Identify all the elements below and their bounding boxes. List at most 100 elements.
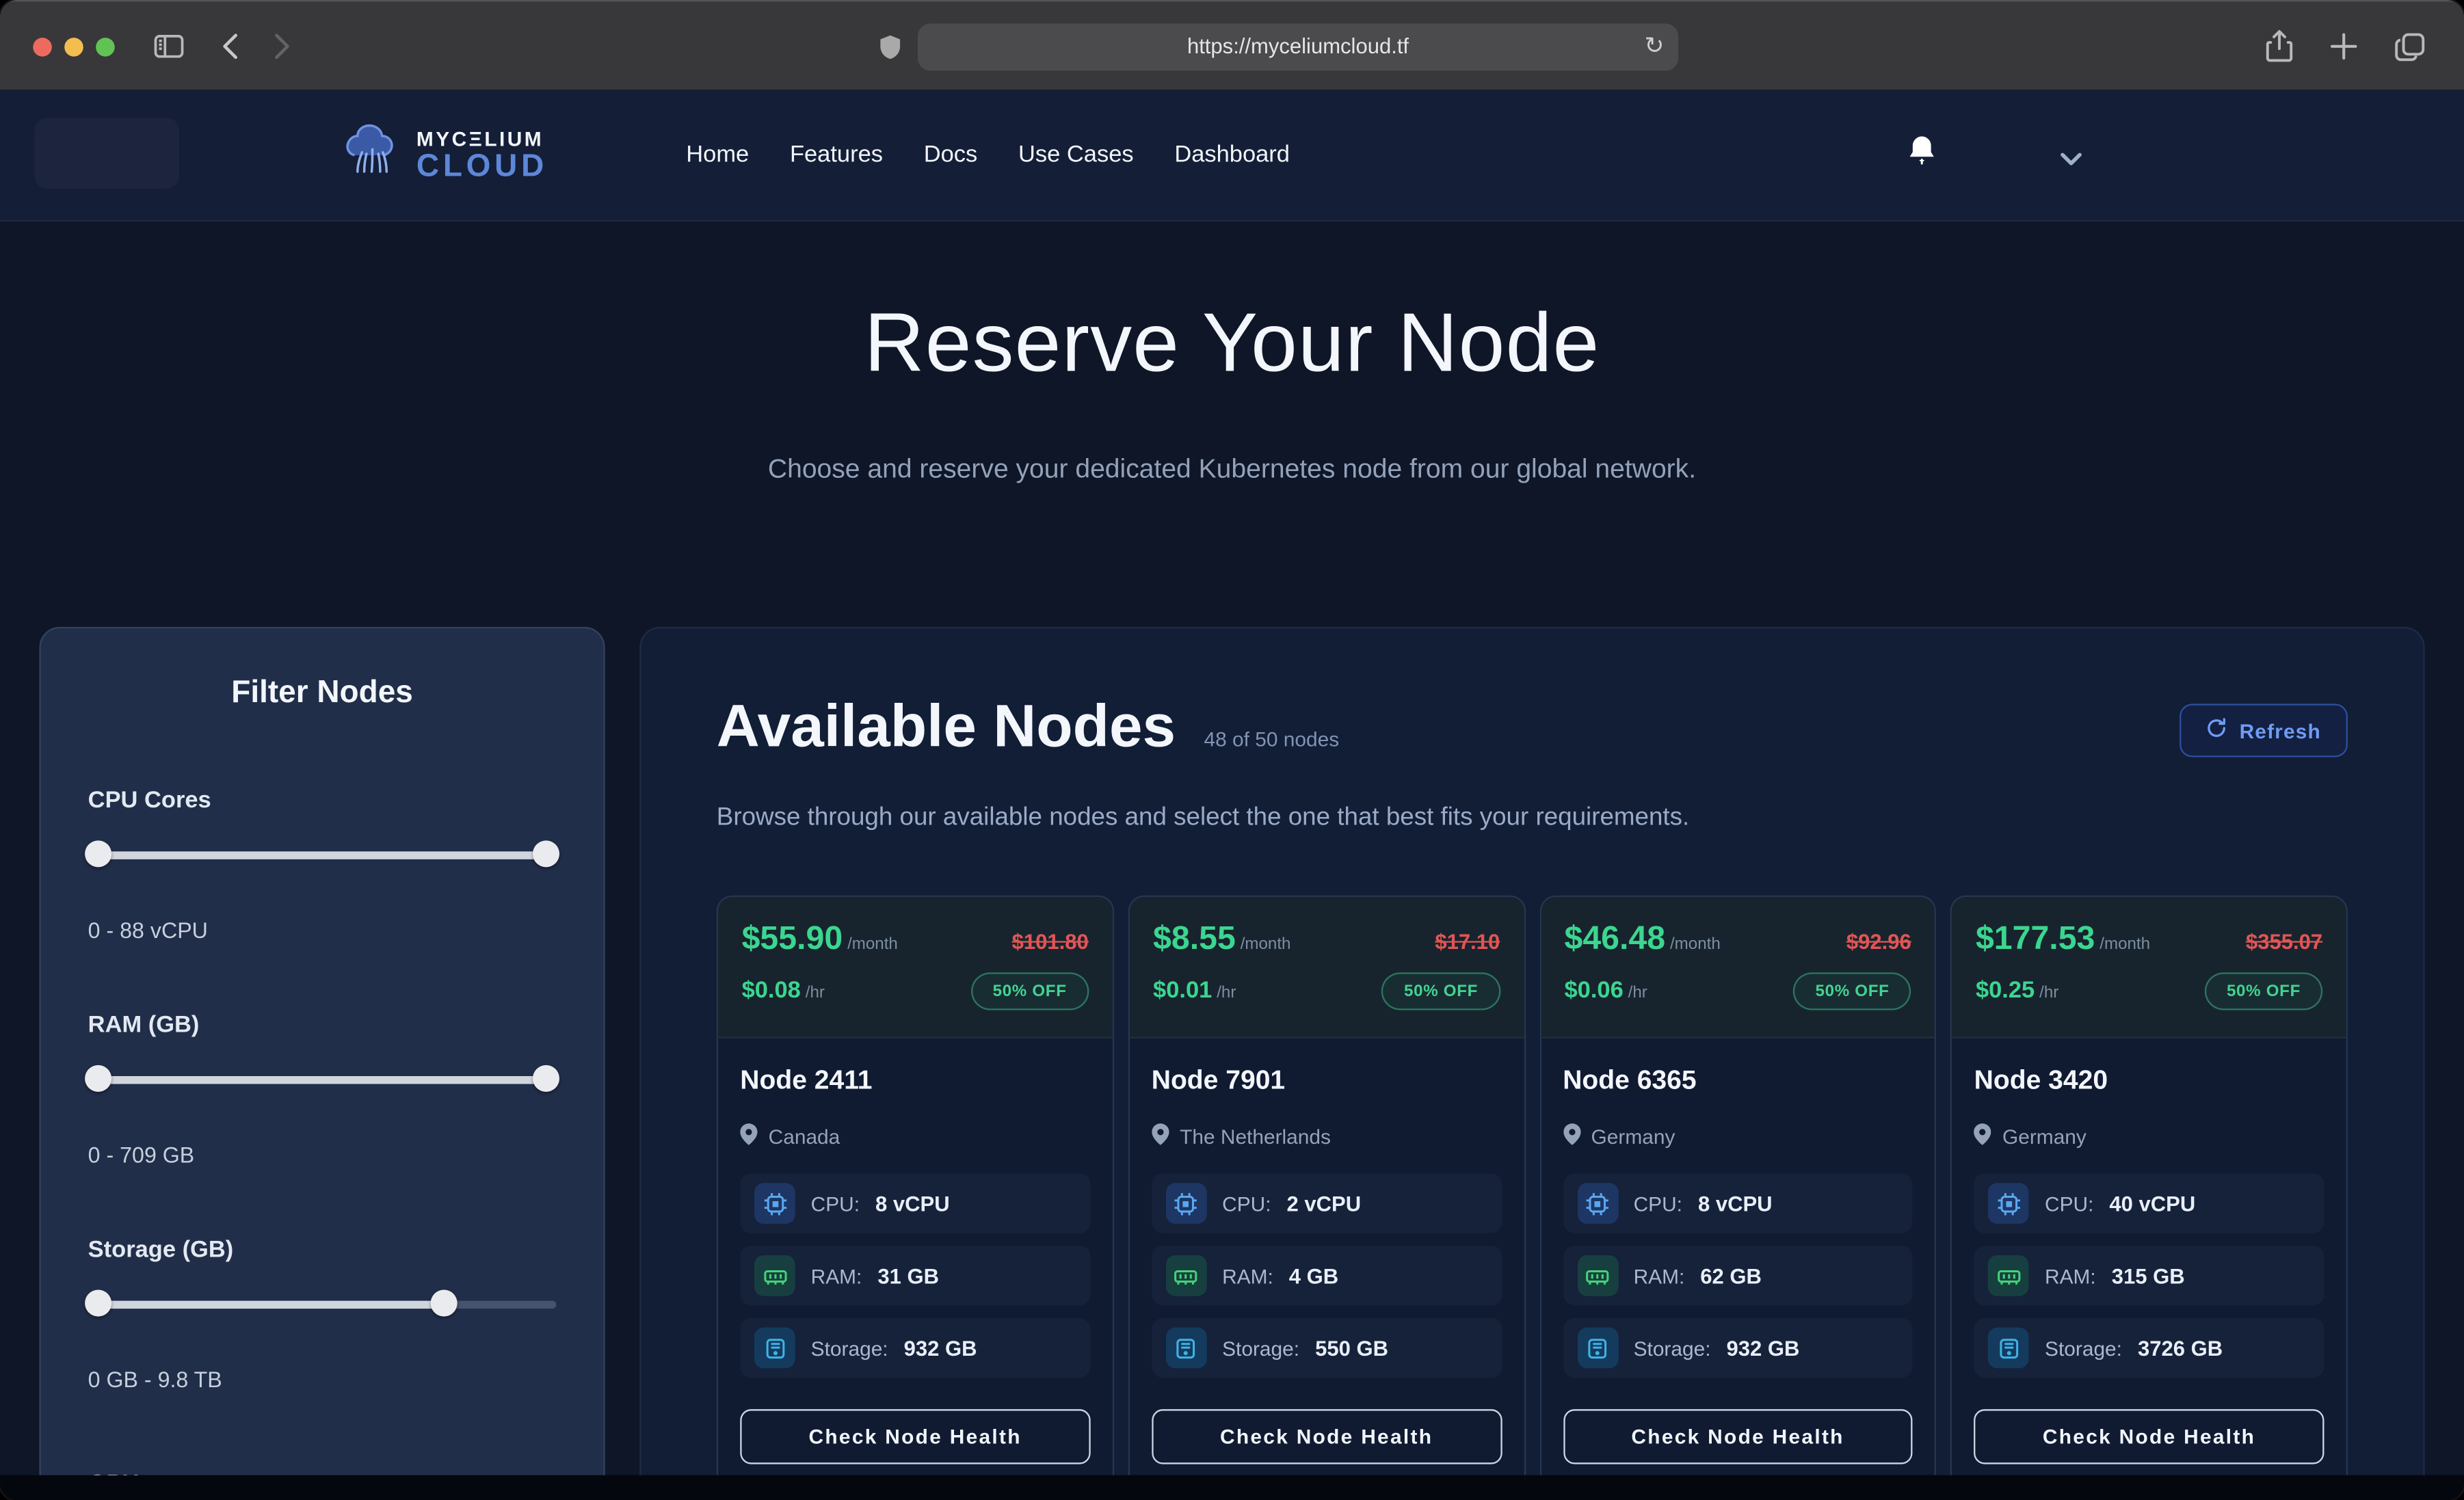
monthly-price: $177.53 [1976, 921, 2095, 957]
node-card-body: Node 7901 The Netherlands CPU: 2 [1130, 1039, 1524, 1378]
back-icon[interactable] [222, 33, 239, 59]
ram-icon [1165, 1255, 1206, 1296]
ram-value: 31 GB [877, 1264, 939, 1287]
node-name: Node 7901 [1152, 1065, 1502, 1097]
cpu-value: 40 vCPU [2109, 1192, 2195, 1215]
ram-spec-row: RAM: 31 GB [740, 1246, 1090, 1305]
minimize-window-button[interactable] [64, 37, 83, 56]
available-nodes-panel: Available Nodes 48 of 50 nodes Refresh B… [639, 627, 2424, 1500]
nav-link-home[interactable]: Home [686, 142, 749, 168]
node-card-body: Node 2411 Canada CPU: 8 vCPU [718, 1039, 1112, 1378]
monthly-unit: /month [2099, 935, 2150, 954]
check-node-health-button[interactable]: Check Node Health [1974, 1409, 2324, 1464]
filter-panel: Filter Nodes CPU Cores 0 - 88 vCPU RAM (… [39, 627, 605, 1500]
cpu-spec-row: CPU: 8 vCPU [740, 1173, 1090, 1233]
ram-slider[interactable] [88, 1065, 557, 1093]
ram-label: RAM: [1222, 1264, 1273, 1287]
ram-value: 4 GB [1289, 1264, 1338, 1287]
filter-group-cpu: CPU Cores 0 - 88 vCPU [88, 787, 557, 942]
shield-icon[interactable] [878, 32, 901, 60]
nav-link-features[interactable]: Features [790, 142, 883, 168]
hourly-unit: /hr [1628, 983, 1647, 1002]
nav-placeholder-box [35, 118, 179, 188]
check-node-health-button[interactable]: Check Node Health [1563, 1409, 1913, 1464]
close-window-button[interactable] [33, 37, 52, 56]
tab-overview-icon[interactable] [2395, 32, 2425, 60]
page-title: Reserve Your Node [0, 295, 2464, 391]
traffic-lights [33, 37, 114, 56]
refresh-icon [2206, 718, 2227, 743]
url-text: https://myceliumcloud.tf [1187, 35, 1409, 58]
storage-spec-row: Storage: 3726 GB [1974, 1318, 2324, 1378]
storage-label: Storage: [1222, 1336, 1299, 1359]
check-node-health-button[interactable]: Check Node Health [740, 1409, 1090, 1464]
zoom-window-button[interactable] [96, 37, 115, 56]
filter-group-ram: RAM (GB) 0 - 709 GB [88, 1012, 557, 1167]
storage-slider-max-handle[interactable] [430, 1290, 457, 1317]
ram-range-text: 0 - 709 GB [88, 1142, 557, 1168]
node-card: $8.55/month $17.10 $0.01/hr 50% OFF Node… [1128, 896, 1525, 1490]
price-header: $8.55/month $17.10 $0.01/hr 50% OFF [1130, 897, 1524, 1039]
node-card: $177.53/month $355.07 $0.25/hr 50% OFF N… [1950, 896, 2348, 1490]
filter-group-storage: Storage (GB) 0 GB - 9.8 TB [88, 1236, 557, 1391]
refresh-button[interactable]: Refresh [2180, 704, 2348, 757]
price-header: $177.53/month $355.07 $0.25/hr 50% OFF [1952, 897, 2346, 1039]
refresh-button-label: Refresh [2240, 719, 2321, 742]
cpu-icon [1165, 1183, 1206, 1224]
storage-label: Storage: [811, 1336, 888, 1359]
storage-slider[interactable] [88, 1290, 557, 1318]
cpu-slider-max-handle[interactable] [533, 840, 559, 867]
available-nodes-description: Browse through our available nodes and s… [717, 804, 2348, 832]
new-tab-icon[interactable] [2331, 33, 2357, 59]
storage-spec-row: Storage: 932 GB [740, 1318, 1090, 1378]
cpu-value: 2 vCPU [1286, 1192, 1361, 1215]
nav-links: Home Features Docs Use Cases Dashboard [686, 142, 1290, 168]
chevron-down-icon[interactable] [2060, 146, 2082, 174]
sidebar-toggle-icon[interactable] [154, 35, 184, 58]
node-card-body: Node 3420 Germany CPU: 40 vCPU [1952, 1039, 2346, 1378]
brand-logo[interactable]: MYCΞLIUM CLOUD [343, 122, 548, 187]
forward-icon[interactable] [274, 33, 291, 59]
storage-label: Storage (GB) [88, 1236, 557, 1263]
ram-value: 62 GB [1700, 1264, 1762, 1287]
check-node-health-button[interactable]: Check Node Health [1152, 1409, 1502, 1464]
cpu-slider-min-handle[interactable] [85, 840, 111, 867]
hero-section: Reserve Your Node Choose and reserve you… [0, 222, 2464, 485]
reload-icon[interactable]: ↻ [1644, 35, 1664, 58]
ram-slider-max-handle[interactable] [533, 1065, 559, 1092]
cpu-value: 8 vCPU [875, 1192, 950, 1215]
cpu-label: CPU: [1222, 1192, 1271, 1215]
storage-slider-min-handle[interactable] [85, 1290, 111, 1317]
web-page: MYCΞLIUM CLOUD Home Features Docs Use Ca… [0, 90, 2464, 1500]
storage-range-text: 0 GB - 9.8 TB [88, 1367, 557, 1392]
address-bar[interactable]: https://myceliumcloud.tf ↻ [918, 23, 1678, 70]
monthly-unit: /month [1241, 935, 1291, 954]
hourly-price: $0.25 [1976, 977, 2035, 1004]
ram-label: RAM: [811, 1264, 862, 1287]
nav-link-docs[interactable]: Docs [924, 142, 978, 168]
hourly-price: $0.01 [1153, 977, 1212, 1004]
original-price: $355.07 [2246, 930, 2322, 953]
cpu-cores-slider[interactable] [88, 840, 557, 868]
cpu-icon [1577, 1183, 1618, 1224]
storage-value: 550 GB [1315, 1336, 1388, 1359]
storage-value: 932 GB [1727, 1336, 1800, 1359]
cpu-icon [1988, 1183, 2029, 1224]
ram-slider-min-handle[interactable] [85, 1065, 111, 1092]
node-card: $46.48/month $92.96 $0.06/hr 50% OFF Nod… [1539, 896, 1937, 1490]
node-location: The Netherlands [1180, 1125, 1331, 1148]
hourly-unit: /hr [806, 983, 825, 1002]
cpu-value: 8 vCPU [1698, 1192, 1773, 1215]
storage-value: 3726 GB [2138, 1336, 2223, 1359]
cpu-icon [754, 1183, 795, 1224]
nav-link-use-cases[interactable]: Use Cases [1018, 142, 1134, 168]
monthly-unit: /month [1670, 935, 1721, 954]
nav-link-dashboard[interactable]: Dashboard [1174, 142, 1290, 168]
share-icon[interactable] [2266, 30, 2292, 63]
notification-bell-icon[interactable] [1906, 133, 1937, 176]
storage-value: 932 GB [904, 1336, 977, 1359]
discount-badge: 50% OFF [2205, 972, 2322, 1010]
monthly-price: $55.90 [742, 921, 843, 957]
hourly-price: $0.06 [1564, 977, 1623, 1004]
discount-badge: 50% OFF [1382, 972, 1500, 1010]
